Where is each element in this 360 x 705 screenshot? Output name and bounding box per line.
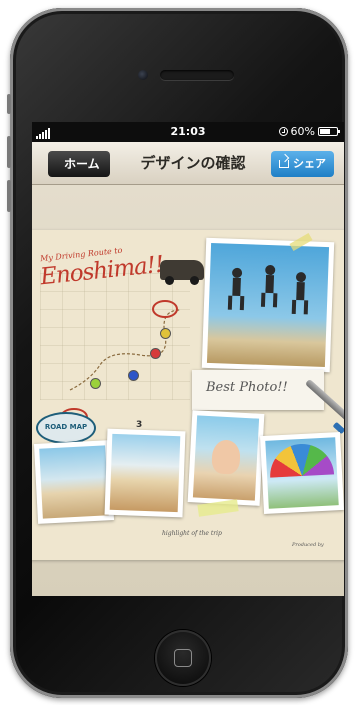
battery-group: 60%: [278, 125, 340, 138]
produced-by-note: Produced by: [292, 542, 324, 548]
earpiece-speaker: [160, 70, 234, 80]
volume-up-button: [7, 136, 11, 168]
route-pin-blue: [128, 370, 139, 381]
jumping-people-figures: [227, 265, 309, 315]
share-icon: [279, 160, 289, 168]
start-stamp: [152, 300, 178, 318]
child-figure: [211, 439, 241, 475]
photo-caption-card: Best Photo!!: [192, 370, 324, 410]
volume-down-button: [7, 180, 11, 212]
battery-fill: [320, 129, 330, 134]
photo-beach-running: [33, 440, 115, 524]
design-preview-area: My Driving Route to Enoshima!! ROAD MAP: [32, 185, 344, 596]
page-badge: 3: [136, 420, 142, 430]
home-back-button[interactable]: ホーム: [48, 151, 110, 177]
roadmap-badge: ROAD MAP: [36, 412, 96, 444]
rotation-lock-icon: [278, 127, 288, 136]
route-pin-red: [150, 348, 161, 359]
route-pin-yellow: [160, 328, 171, 339]
battery-percent: 60%: [290, 125, 315, 138]
photo-jumping-beach: [201, 237, 335, 373]
status-bar: 21:03 60%: [32, 122, 344, 142]
home-button-icon: [174, 649, 192, 667]
device-screen: 21:03 60% ホーム デザインの確認 シェア My Driving Rou…: [32, 122, 344, 596]
page-title: デザインの確認: [140, 154, 246, 172]
photo-beach-family: [104, 428, 186, 518]
route-line: [69, 309, 181, 391]
best-photo-caption: Best Photo!!: [206, 380, 288, 395]
front-camera: [138, 70, 148, 80]
route-pin-green: [90, 378, 101, 389]
car-sticker: [160, 260, 204, 285]
battery-icon: [318, 127, 340, 136]
back-button-label: ホーム: [64, 157, 100, 171]
page-number-label: 3: [136, 420, 143, 430]
photo-colorful-umbrella: [260, 431, 344, 515]
mute-switch: [7, 94, 11, 114]
collage-design-preview[interactable]: My Driving Route to Enoshima!! ROAD MAP: [32, 230, 344, 560]
navigation-bar: ホーム デザインの確認 シェア: [32, 142, 344, 185]
share-button-label: シェア: [293, 157, 326, 170]
share-button[interactable]: シェア: [271, 151, 334, 177]
highlight-note: highlight of the trip: [162, 530, 222, 537]
home-button[interactable]: [155, 630, 211, 686]
photo-child-portrait: [187, 410, 265, 506]
